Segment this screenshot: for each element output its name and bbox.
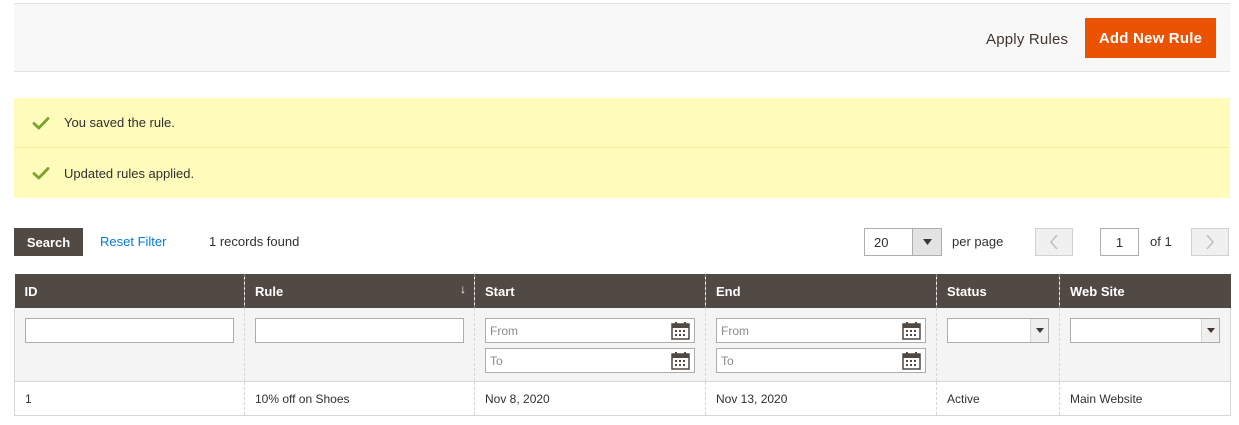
next-page-button[interactable]: [1191, 228, 1229, 256]
cell-id: 1: [14, 381, 245, 416]
cell-website: Main Website: [1059, 381, 1231, 416]
previous-page-button[interactable]: [1035, 228, 1073, 256]
start-to-input[interactable]: [486, 349, 694, 372]
column-header-end[interactable]: End: [705, 274, 937, 308]
end-from-input[interactable]: [717, 319, 925, 342]
chevron-down-icon: [1030, 319, 1048, 342]
column-header-rule[interactable]: Rule ↓: [244, 274, 475, 308]
column-header-id[interactable]: ID: [14, 274, 245, 308]
chevron-left-icon: [1049, 234, 1058, 250]
end-to-input[interactable]: [717, 349, 925, 372]
message-text: Updated rules applied.: [64, 165, 195, 181]
page-total: of 1: [1150, 234, 1172, 249]
chevron-down-icon[interactable]: [912, 229, 941, 255]
grid-header-row: ID Rule ↓ Start End Status Web Site: [14, 274, 1231, 308]
messages-area: You saved the rule. Updated rules applie…: [14, 98, 1230, 198]
calendar-icon[interactable]: [902, 321, 921, 340]
cell-rule: 10% off on Shoes: [244, 381, 475, 416]
checkmark-icon: [32, 167, 50, 180]
start-from-input[interactable]: [486, 319, 694, 342]
status-filter-select[interactable]: [947, 318, 1049, 343]
sort-descending-icon: ↓: [460, 282, 466, 296]
chevron-down-icon: [1201, 319, 1219, 342]
checkmark-icon: [32, 116, 50, 129]
success-message: Updated rules applied.: [14, 148, 1230, 198]
table-row[interactable]: 1 10% off on Shoes Nov 8, 2020 Nov 13, 2…: [14, 381, 1231, 416]
column-header-status[interactable]: Status: [936, 274, 1060, 308]
start-to-field: [485, 348, 695, 373]
per-page-select[interactable]: 20: [864, 228, 942, 256]
records-count: 1 records found: [209, 234, 300, 249]
calendar-icon[interactable]: [671, 321, 690, 340]
cell-start: Nov 8, 2020: [474, 381, 706, 416]
end-to-field: [716, 348, 926, 373]
per-page-label: per page: [952, 234, 1004, 249]
grid-toolbar: Search Reset Filter 1 records found 20 p…: [14, 227, 1230, 257]
end-from-field: [716, 318, 926, 343]
page-actions-bar: Apply Rules Add New Rule: [14, 3, 1230, 72]
website-filter-select[interactable]: [1070, 318, 1220, 343]
search-button[interactable]: Search: [14, 228, 83, 256]
apply-rules-button[interactable]: Apply Rules: [974, 20, 1080, 58]
column-header-start[interactable]: Start: [474, 274, 706, 308]
id-filter-input[interactable]: [25, 318, 234, 343]
column-header-website[interactable]: Web Site: [1059, 274, 1231, 308]
rule-filter-input[interactable]: [255, 318, 464, 343]
start-from-field: [485, 318, 695, 343]
calendar-icon[interactable]: [671, 351, 690, 370]
success-message: You saved the rule.: [14, 98, 1230, 148]
message-text: You saved the rule.: [64, 115, 175, 130]
chevron-right-icon: [1206, 234, 1215, 250]
calendar-icon[interactable]: [902, 351, 921, 370]
reset-filter-link[interactable]: Reset Filter: [100, 234, 166, 249]
add-new-rule-button[interactable]: Add New Rule: [1085, 18, 1216, 58]
rules-grid: ID Rule ↓ Start End Status Web Site From…: [14, 274, 1231, 416]
filter-row: [14, 308, 1231, 382]
cell-end: Nov 13, 2020: [705, 381, 937, 416]
page-number-input[interactable]: [1100, 228, 1139, 256]
cell-status: Active: [936, 381, 1060, 416]
per-page-value: 20: [874, 235, 889, 250]
